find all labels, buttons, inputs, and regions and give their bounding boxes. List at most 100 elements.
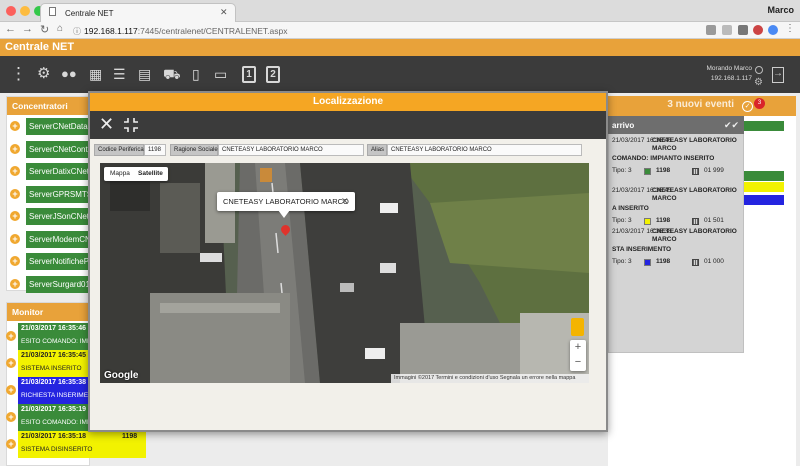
expand-icon[interactable]: + [6, 331, 16, 341]
window-minimize-button[interactable] [20, 6, 30, 16]
key-icon[interactable] [706, 25, 716, 35]
grid-icon [692, 168, 699, 175]
ragione-value: CNETEASY LABORATORIO MARCO [218, 144, 364, 156]
user-name: Morando Marco [706, 65, 752, 72]
phone-icon[interactable]: ▯ [192, 65, 200, 83]
browser-menu-icon[interactable]: ⋮ [785, 23, 795, 34]
menu-icon[interactable]: ⋮ [10, 65, 27, 83]
extension-icon-2[interactable] [753, 25, 763, 35]
grid-icon [692, 259, 699, 266]
ragione-label: Ragione Sociale [170, 144, 218, 156]
expand-icon[interactable]: + [10, 233, 20, 244]
close-icon[interactable]: ✕ [99, 114, 114, 134]
event-item[interactable]: 21/03/2017 16:35:45 CNETEASY LABORATORIO M… [608, 187, 744, 227]
map-attribution[interactable]: Immagini ©2017 Termini e condizioni d'us… [391, 374, 589, 383]
url-field[interactable]: 192.168.1.117:7445/centralenet/CENTRALEN… [84, 26, 288, 36]
expand-icon[interactable]: + [10, 211, 20, 221]
extension-icon[interactable] [738, 25, 748, 35]
user-info: Morando Marco 192.168.1.117 [700, 64, 752, 84]
close-icon[interactable]: ✕ [220, 7, 228, 18]
codice-label: Codice Periferica [94, 144, 144, 156]
browser-user[interactable]: Marco [767, 5, 794, 15]
expand-icon[interactable]: + [6, 358, 16, 368]
box-2-icon[interactable]: 2 [266, 66, 280, 83]
concentratori-title: Concentratori [7, 97, 89, 115]
concentratore-item[interactable]: + ServerDatixCNet [10, 163, 90, 180]
expand-icon[interactable]: + [6, 412, 16, 422]
users-icon[interactable]: ●● [61, 65, 77, 83]
info-icon[interactable]: ⓘ [73, 26, 81, 37]
expand-icon[interactable]: + [10, 278, 20, 289]
monitor-entry: 21/03/2017 16:35:18 SISTEMA DISINSERITO 11… [18, 431, 146, 458]
concentratore-label: ServerGPRSMTS01 [26, 185, 90, 203]
map-type-satellite-button[interactable]: Satellite [138, 170, 163, 177]
zoom-out-button[interactable]: − [570, 355, 586, 370]
concentratore-item[interactable]: + ServerJSonCNet [10, 208, 90, 225]
star-icon[interactable] [722, 25, 732, 35]
expand-icon[interactable]: + [6, 439, 16, 449]
car-icon[interactable]: ⛟ [163, 65, 181, 83]
map-infowindow: CNETEASY LABORATORIO MARCO [217, 192, 355, 211]
event-zone: 01 999 [704, 167, 724, 174]
clipboard-icon[interactable]: ▤ [138, 65, 151, 83]
user-icon[interactable] [755, 66, 763, 74]
gear-icon[interactable]: ⚙ [37, 65, 50, 83]
event-item[interactable]: 21/03/2017 16:35:46 CNETEASY LABORATORIO M… [608, 137, 744, 177]
list-icon[interactable]: ☰ [113, 65, 126, 83]
browser-tab[interactable]: Centrale NET [40, 3, 236, 22]
calendar-icon[interactable]: ▦ [89, 65, 102, 83]
event-color-bar [744, 195, 784, 205]
event-description: STA INSERIMENTO [612, 246, 672, 253]
concentratore-item[interactable]: + ServerGPRSMTS01 [10, 185, 90, 203]
check-icon[interactable]: ✓ [742, 101, 753, 112]
expand-icon[interactable]: + [10, 188, 20, 199]
extension-icon-3[interactable] [768, 25, 778, 35]
expand-icon[interactable]: + [10, 166, 20, 176]
event-color-bar [744, 171, 784, 181]
info-row: Codice Periferica 1198 Ragione Sociale C… [94, 144, 582, 156]
event-type-square [644, 259, 651, 266]
concentratore-label: ServerJSonCNet [26, 208, 90, 225]
expand-icon[interactable]: + [10, 121, 20, 131]
box-1-icon[interactable]: 1 [242, 66, 256, 83]
expand-icon[interactable]: + [10, 256, 20, 266]
concentratore-label: ServerCNetContac [26, 140, 90, 158]
chat-icon[interactable]: ▭ [214, 65, 227, 83]
monitor-time: 21/03/2017 16:35:18 [21, 433, 86, 440]
concentratore-label: ServerNotificheP [26, 253, 90, 270]
codice-value: 1198 [144, 144, 166, 156]
expand-icon[interactable]: + [10, 143, 20, 154]
event-item[interactable]: 21/03/2017 16:35:38 CNETEASY LABORATORIO M… [608, 228, 744, 268]
event-type-square [644, 218, 651, 225]
forward-icon[interactable]: → [22, 23, 33, 35]
compress-icon[interactable] [123, 117, 139, 133]
events-count-badge: 3 [754, 98, 765, 109]
back-icon[interactable]: ← [5, 23, 16, 35]
new-events-label[interactable]: 3 nuovi eventi [610, 99, 734, 110]
event-name-2: MARCO [652, 195, 677, 202]
monitor-time: 21/03/2017 16:35:38 [21, 379, 86, 386]
concentratore-item[interactable]: + ServerNotificheP [10, 253, 90, 270]
close-icon[interactable]: ✕ [341, 196, 349, 207]
monitor-text: SISTEMA DISINSERITO [21, 446, 93, 453]
concentratore-item[interactable]: + ServerModemCNe [10, 230, 90, 248]
map-type-control: Mappa Satellite [104, 167, 168, 181]
reload-icon[interactable]: ↻ [40, 23, 49, 36]
settings-icon[interactable]: ⚙ [754, 77, 763, 88]
event-description: COMANDO: IMPIANTO INSERITO [612, 155, 715, 162]
concentratore-item[interactable]: + ServerCNetDataBa [10, 118, 90, 135]
window-close-button[interactable] [6, 6, 16, 16]
expand-icon[interactable]: + [6, 385, 16, 395]
zoom-in-button[interactable]: + [570, 340, 586, 355]
double-check-icon[interactable]: ✔✔ [724, 120, 739, 131]
map-type-map-button[interactable]: Mappa [110, 170, 130, 177]
concentratore-label: ServerSurgard01T [26, 275, 90, 293]
monitor-time: 21/03/2017 16:35:46 [21, 325, 86, 332]
logout-icon[interactable]: → [772, 67, 784, 83]
concentratore-label: ServerModemCNe [26, 230, 90, 248]
concentratore-item[interactable]: + ServerCNetContac [10, 140, 90, 158]
home-icon[interactable]: ⌂ [57, 23, 63, 34]
street-view-icon[interactable] [571, 318, 584, 336]
monitor-item[interactable]: +21/03/2017 16:35:18 SISTEMA DISINSERITO 1… [6, 431, 146, 458]
concentratore-item[interactable]: + ServerSurgard01T [10, 275, 90, 293]
